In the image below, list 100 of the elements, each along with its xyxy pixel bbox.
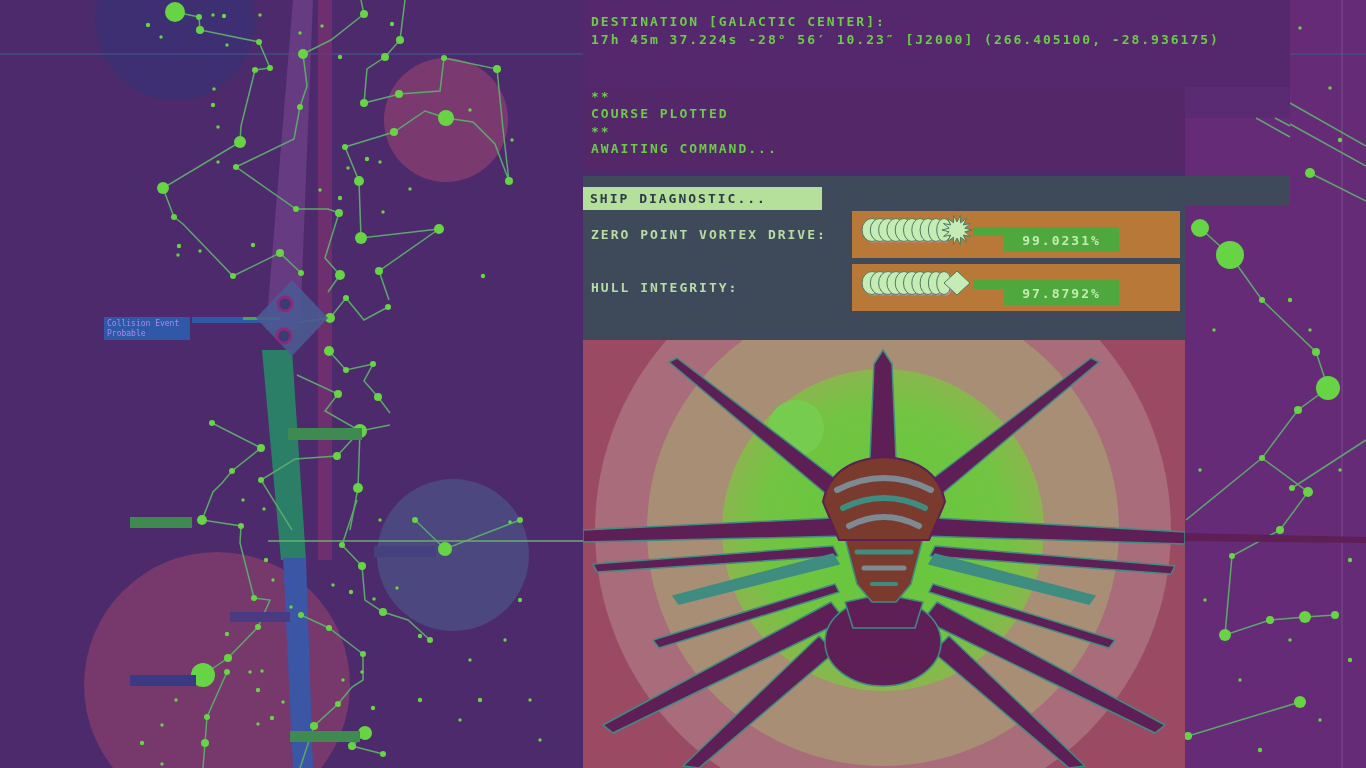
star-dot-icon: [360, 651, 366, 657]
star-dot-icon: [230, 273, 236, 279]
star-dot-icon: [353, 483, 363, 493]
star-dot-icon: [380, 751, 386, 757]
star-dot-icon: [505, 177, 513, 185]
star-dot-icon: [355, 232, 367, 244]
star-dot-icon: [343, 295, 349, 301]
star-dot-icon: [427, 637, 433, 643]
star-dot-icon: [1191, 219, 1209, 237]
star-dot-icon: [360, 99, 368, 107]
star-dot-icon: [385, 304, 391, 310]
star-dot-icon: [196, 14, 202, 20]
log-line: **: [591, 88, 612, 106]
star-dot-icon: [517, 517, 523, 523]
star-dot-icon: [251, 595, 257, 601]
star-dot-icon: [1216, 241, 1244, 269]
star-dot-icon: [343, 367, 349, 373]
log-line: AWAITING COMMAND...: [591, 140, 779, 158]
star-dot-icon: [229, 468, 235, 474]
star-dot-icon: [342, 144, 348, 150]
star-dot-icon: [434, 224, 444, 234]
star-dot-icon: [310, 722, 318, 730]
star-dot-icon: [171, 214, 177, 220]
map-label: Collision Event Probable: [104, 317, 190, 340]
star-dot-icon: [298, 612, 304, 618]
system-label: ZERO POINT VORTEX DRIVE:: [590, 227, 828, 242]
star-dot-icon: [493, 65, 501, 73]
map-tag: [374, 546, 436, 557]
star-dot-icon: [375, 267, 383, 275]
star-dot-icon: [157, 182, 169, 194]
star-dot-icon: [1331, 611, 1339, 619]
star-dot-icon: [333, 452, 341, 460]
star-dot-icon: [196, 26, 204, 34]
log-line: COURSE PLOTTED: [591, 105, 730, 123]
star-dot-icon: [224, 669, 230, 675]
destination-coordinates: 17h 45m 37.224s -28° 56′ 10.23″ [J2000] (266.405100, -28.936175): [591, 31, 1221, 49]
star-dot-icon: [358, 562, 366, 570]
star-dot-icon: [293, 206, 299, 212]
star-dot-icon: [1276, 526, 1284, 534]
star-dot-icon: [339, 542, 345, 548]
star-dot-icon: [1294, 406, 1302, 414]
star-dot-icon: [358, 726, 372, 740]
star-dot-icon: [233, 164, 239, 170]
star-dot-icon: [258, 477, 264, 483]
star-dot-icon: [197, 515, 207, 525]
star-dot-icon: [256, 39, 262, 45]
star-dot-icon: [335, 209, 343, 217]
star-dot-icon: [1316, 376, 1340, 400]
star-dot-icon: [1229, 553, 1235, 559]
star-dot-icon: [1305, 168, 1315, 178]
star-dot-icon: [360, 10, 368, 18]
star-dot-icon: [1219, 629, 1231, 641]
star-dot-icon: [1303, 487, 1313, 497]
star-dot-icon: [326, 625, 332, 631]
star-dot-icon: [1289, 485, 1295, 491]
star-dot-icon: [335, 701, 341, 707]
star-dot-icon: [234, 136, 246, 148]
star-dot-icon: [325, 313, 335, 323]
star-dot-icon: [238, 523, 244, 529]
star-dot-icon: [390, 128, 398, 136]
star-dot-icon: [298, 270, 304, 276]
map-tag: [130, 517, 192, 528]
star-dot-icon: [438, 110, 454, 126]
star-dot-icon: [324, 346, 334, 356]
star-dot-icon: [267, 65, 273, 71]
starburst-trail-icon: [860, 213, 972, 247]
log-line: **: [591, 122, 612, 141]
star-dot-icon: [276, 249, 284, 257]
star-dot-icon: [191, 663, 215, 687]
star-dot-icon: [201, 739, 209, 747]
panel-title: SHIP DIAGNOSTIC...: [583, 187, 822, 210]
star-dot-icon: [370, 361, 376, 367]
star-dot-icon: [1259, 455, 1265, 461]
map-tag: [230, 612, 290, 622]
star-dot-icon: [334, 390, 342, 398]
map-tag: [130, 675, 196, 686]
destination-heading: DESTINATION [GALACTIC CENTER]:: [591, 13, 887, 31]
star-dot-icon: [257, 444, 265, 452]
star-dot-icon: [379, 608, 387, 616]
star-dot-icon: [224, 654, 232, 662]
star-dot-icon: [354, 176, 364, 186]
star-dot-icon: [165, 2, 185, 22]
star-dot-icon: [252, 67, 258, 73]
star-dot-icon: [297, 104, 303, 110]
star-dot-icon: [1294, 696, 1306, 708]
star-dot-icon: [204, 714, 210, 720]
star-dot-icon: [441, 55, 447, 61]
star-dot-icon: [348, 742, 356, 750]
star-dot-icon: [412, 517, 418, 523]
star-dot-icon: [1299, 611, 1311, 623]
meter-reading: 99.0231%: [973, 227, 1119, 252]
star-dot-icon: [1266, 616, 1274, 624]
star-dot-icon: [438, 542, 452, 556]
star-dot-icon: [395, 90, 403, 98]
system-label: HULL INTEGRITY:: [590, 280, 740, 295]
star-dot-icon: [396, 36, 404, 44]
star-dot-icon: [374, 393, 382, 401]
star-dot-icon: [298, 49, 308, 59]
star-dot-icon: [1259, 297, 1265, 303]
star-dot-icon: [1184, 732, 1192, 740]
